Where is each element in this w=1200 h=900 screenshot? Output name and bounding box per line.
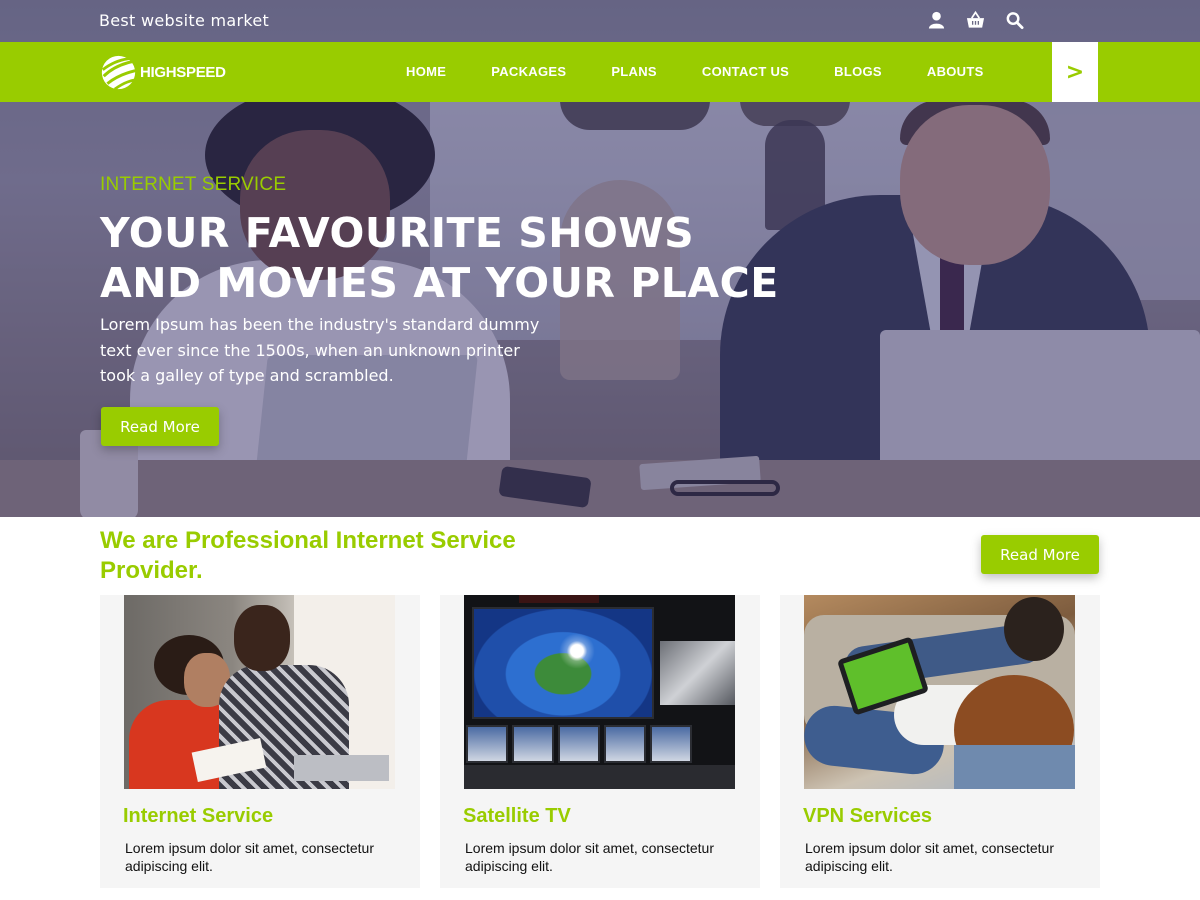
nav-abouts[interactable]: ABOUTS bbox=[927, 64, 984, 79]
service-card-vpn[interactable]: VPN Services Lorem ipsum dolor sit amet,… bbox=[780, 595, 1100, 888]
nav-menu: HOME PACKAGES PLANS CONTACT US BLOGS ABO… bbox=[406, 64, 1029, 79]
logo-text: HIGHSPEED bbox=[140, 64, 226, 81]
service-description: Lorem ipsum dolor sit amet, consectetur … bbox=[125, 840, 374, 874]
site-tagline: Best website market bbox=[99, 11, 270, 30]
globe-logo-icon bbox=[101, 55, 136, 91]
hero-description: Lorem Ipsum has been the industry's stan… bbox=[100, 315, 540, 385]
top-icons bbox=[927, 10, 1024, 30]
service-title[interactable]: Internet Service bbox=[123, 805, 273, 828]
service-image-satellite bbox=[464, 595, 735, 789]
search-icon[interactable] bbox=[1005, 10, 1024, 30]
nav-packages[interactable]: PACKAGES bbox=[491, 64, 566, 79]
hero-eyebrow: INTERNET SERVICE bbox=[100, 174, 287, 195]
nav-arrow-button[interactable]: > bbox=[1052, 42, 1098, 102]
hero-read-more-button[interactable]: Read More bbox=[101, 407, 219, 446]
basket-icon[interactable] bbox=[966, 10, 985, 30]
service-image-vpn bbox=[804, 595, 1075, 789]
hero-title: YOUR FAVOURITE SHOWS AND MOVIES AT YOUR … bbox=[100, 208, 800, 308]
hero-title-line-1: YOUR FAVOURITE SHOWS bbox=[100, 209, 695, 257]
service-description: Lorem ipsum dolor sit amet, consectetur … bbox=[805, 840, 1054, 874]
service-image-internet bbox=[124, 595, 395, 789]
site-logo[interactable]: HIGHSPEED bbox=[100, 54, 226, 91]
nav-contact-us[interactable]: CONTACT US bbox=[702, 64, 789, 79]
about-read-more-button[interactable]: Read More bbox=[981, 535, 1099, 574]
nav-plans[interactable]: PLANS bbox=[611, 64, 657, 79]
top-bar: Best website market bbox=[0, 0, 1200, 42]
user-icon[interactable] bbox=[927, 10, 946, 30]
nav-home[interactable]: HOME bbox=[406, 64, 446, 79]
service-description: Lorem ipsum dolor sit amet, consectetur … bbox=[465, 840, 714, 874]
hero-title-line-2: AND MOVIES AT YOUR PLACE bbox=[100, 259, 779, 307]
service-title[interactable]: Satellite TV bbox=[463, 805, 571, 828]
service-card-internet[interactable]: Internet Service Lorem ipsum dolor sit a… bbox=[100, 595, 420, 888]
service-card-satellite[interactable]: Satellite TV Lorem ipsum dolor sit amet,… bbox=[440, 595, 760, 888]
about-heading: We are Professional Internet Service Pro… bbox=[100, 527, 516, 584]
service-title[interactable]: VPN Services bbox=[803, 805, 932, 828]
nav-blogs[interactable]: BLOGS bbox=[834, 64, 882, 79]
main-navbar: HIGHSPEED HOME PACKAGES PLANS CONTACT US… bbox=[0, 42, 1200, 102]
